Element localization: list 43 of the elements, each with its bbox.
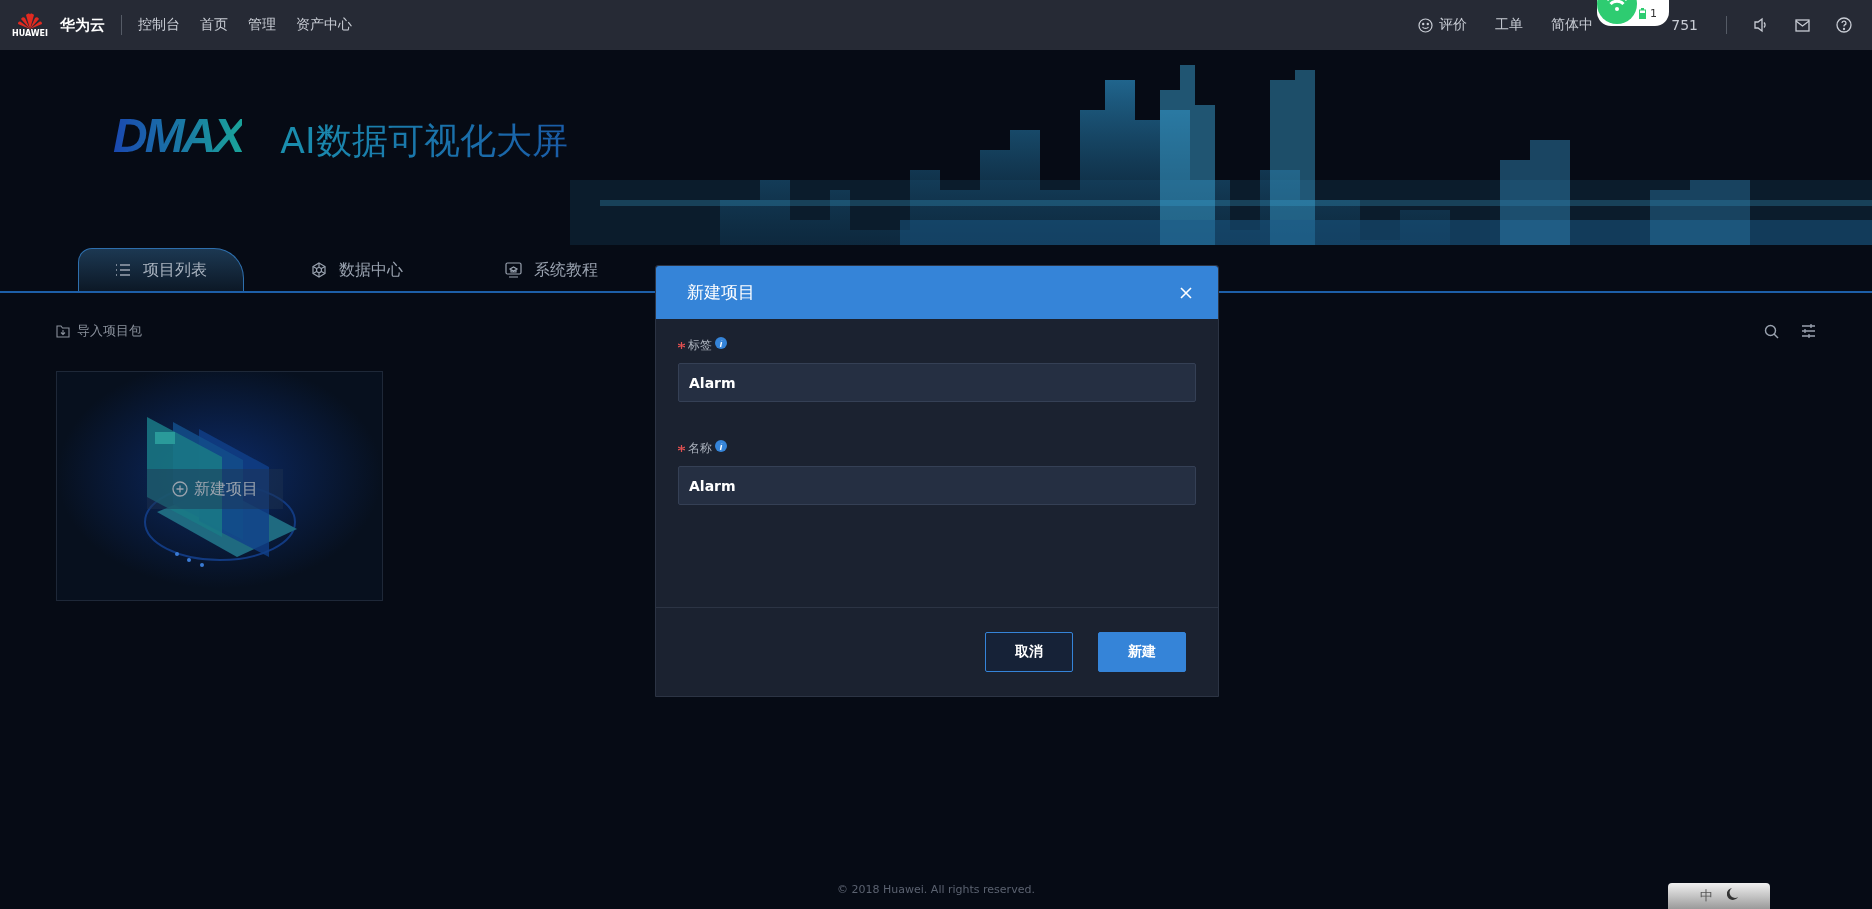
feedback-link[interactable]: 评价 (1418, 16, 1468, 34)
logo-text: HUAWEI (12, 28, 49, 38)
help-icon[interactable] (1836, 17, 1852, 33)
plus-circle-icon (172, 481, 188, 497)
nav-link[interactable]: 控制台 (138, 16, 180, 34)
nav-link[interactable]: 首页 (200, 16, 228, 34)
dialog-title: 新建项目 (687, 281, 756, 304)
battery-icon (1639, 7, 1646, 19)
speaker-icon[interactable] (1753, 17, 1769, 33)
input-field[interactable]: Alarm (678, 363, 1196, 402)
header-link[interactable]: 751 (1671, 17, 1698, 33)
flower-logo-icon (17, 12, 43, 29)
moon-icon (1726, 887, 1739, 901)
import-link[interactable]: 导入项目包 (56, 322, 142, 340)
nav-tab[interactable]: 数据中心 (274, 248, 440, 291)
card-label: 新建项目 (194, 478, 258, 500)
header-link[interactable]: 简体中 (1551, 16, 1594, 34)
list-icon (115, 263, 131, 277)
brand-name[interactable]: 华为云 (60, 15, 105, 35)
info-icon[interactable] (715, 440, 727, 452)
header-link[interactable]: 工单 (1495, 16, 1524, 34)
mail-icon[interactable] (1795, 18, 1810, 32)
hexagon-network-icon (311, 262, 327, 278)
new-project-card[interactable]: 新建项目 (56, 371, 383, 601)
nav-link[interactable]: 管理 (248, 16, 276, 34)
smiley-icon (1418, 17, 1434, 33)
monitor-icon (505, 262, 522, 278)
input-field[interactable]: Alarm (678, 466, 1196, 505)
folder-icon (56, 324, 70, 338)
copyright-text: © 2018 Huawei. All rights reserved. (837, 882, 1035, 896)
nav-tab[interactable]: 项目列表 (78, 248, 244, 291)
nav-tab[interactable]: 系统教程 (468, 248, 635, 291)
desktop-widget[interactable]: 中 (1668, 883, 1770, 909)
field-label: 名称 (688, 440, 712, 457)
close-icon[interactable] (1180, 286, 1192, 299)
field-label: 标签 (688, 337, 712, 354)
search-icon[interactable] (1764, 323, 1779, 339)
cancel-button[interactable]: 取消 (985, 632, 1073, 672)
info-icon[interactable] (715, 337, 727, 349)
nav-link[interactable]: 资产中心 (296, 16, 352, 34)
count-label: 1 (1650, 6, 1657, 20)
sliders-icon[interactable] (1801, 324, 1816, 338)
create-button[interactable]: 新建 (1098, 632, 1186, 672)
